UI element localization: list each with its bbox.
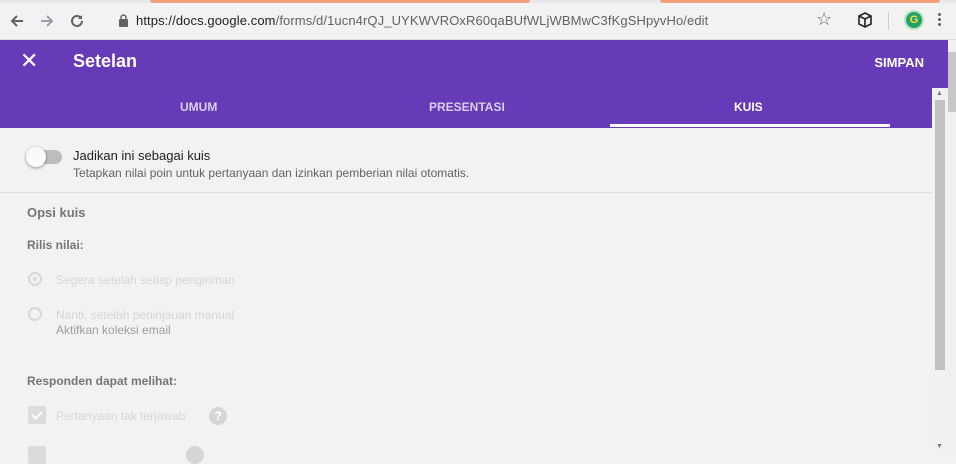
checkbox-next[interactable] (28, 446, 46, 464)
extension-icon[interactable] (856, 11, 874, 29)
page-scrollbar[interactable] (948, 40, 956, 452)
tab-presentasi[interactable]: PRESENTASI (429, 100, 505, 114)
scroll-down-icon[interactable]: ▼ (936, 443, 943, 450)
save-button[interactable]: SIMPAN (874, 55, 924, 70)
star-icon[interactable]: ☆ (816, 9, 832, 30)
scroll-thumb[interactable] (935, 100, 945, 370)
active-tab-indicator (610, 124, 890, 127)
profile-avatar[interactable]: G (904, 10, 924, 30)
toolbar-separator (888, 12, 889, 30)
menu-icon[interactable] (938, 13, 942, 29)
radio-immediate[interactable] (28, 272, 42, 286)
checkbox-unanswered[interactable] (28, 406, 46, 424)
tab-kuis[interactable]: KUIS (734, 100, 763, 114)
toggle-knob (26, 147, 46, 167)
reload-icon[interactable] (66, 10, 88, 32)
content-scrollbar[interactable]: ▲ ▼ (932, 88, 948, 452)
radio-later-sublabel: Aktifkan koleksi email (56, 323, 171, 337)
radio-selected-dot (33, 277, 37, 281)
address-bar[interactable]: https://docs.google.com/forms/d/1ucn4rQJ… (108, 7, 924, 35)
url-host: https://docs.google.com (136, 13, 276, 28)
help-icon[interactable] (186, 446, 204, 464)
check-icon (31, 411, 43, 420)
respondents-heading: Responden dapat melihat: (27, 374, 178, 388)
quiz-toggle-row: Jadikan ini sebagai kuis Tetapkan nilai … (0, 128, 932, 193)
back-icon[interactable] (6, 10, 28, 32)
page-scroll-thumb[interactable] (948, 52, 956, 112)
dialog-title: Setelan (73, 51, 138, 71)
quiz-toggle[interactable] (26, 147, 62, 167)
settings-header: ✕ Setelan SIMPAN UMUM PRESENTASI KUIS (0, 40, 948, 128)
quiz-toggle-label: Jadikan ini sebagai kuis (73, 148, 211, 163)
scroll-up-icon[interactable]: ▲ (936, 90, 943, 97)
radio-later-label: Nanti, setelah peninjauan manual (56, 308, 235, 322)
checkbox-unanswered-label: Pertanyaan tak terjawab (56, 409, 186, 423)
url-path: /forms/d/1ucn4rQJ_UYKWVROxR60qaBUfWLjWBM… (275, 13, 709, 28)
browser-toolbar: https://docs.google.com/forms/d/1ucn4rQJ… (0, 3, 956, 40)
release-heading: Rilis nilai: (27, 238, 84, 252)
radio-immediate-label: Segera setelah setiap pengiriman (56, 273, 235, 287)
url-text: https://docs.google.com/forms/d/1ucn4rQJ… (136, 13, 708, 28)
tab-umum[interactable]: UMUM (180, 100, 217, 114)
help-icon[interactable]: ? (209, 407, 227, 425)
forward-icon[interactable] (36, 10, 58, 32)
lock-icon (119, 14, 128, 27)
radio-later[interactable] (28, 307, 42, 321)
quiz-options-title: Opsi kuis (27, 205, 86, 220)
close-icon[interactable]: ✕ (20, 50, 38, 72)
settings-content: Jadikan ini sebagai kuis Tetapkan nilai … (0, 128, 932, 464)
quiz-toggle-description: Tetapkan nilai poin untuk pertanyaan dan… (73, 166, 470, 180)
